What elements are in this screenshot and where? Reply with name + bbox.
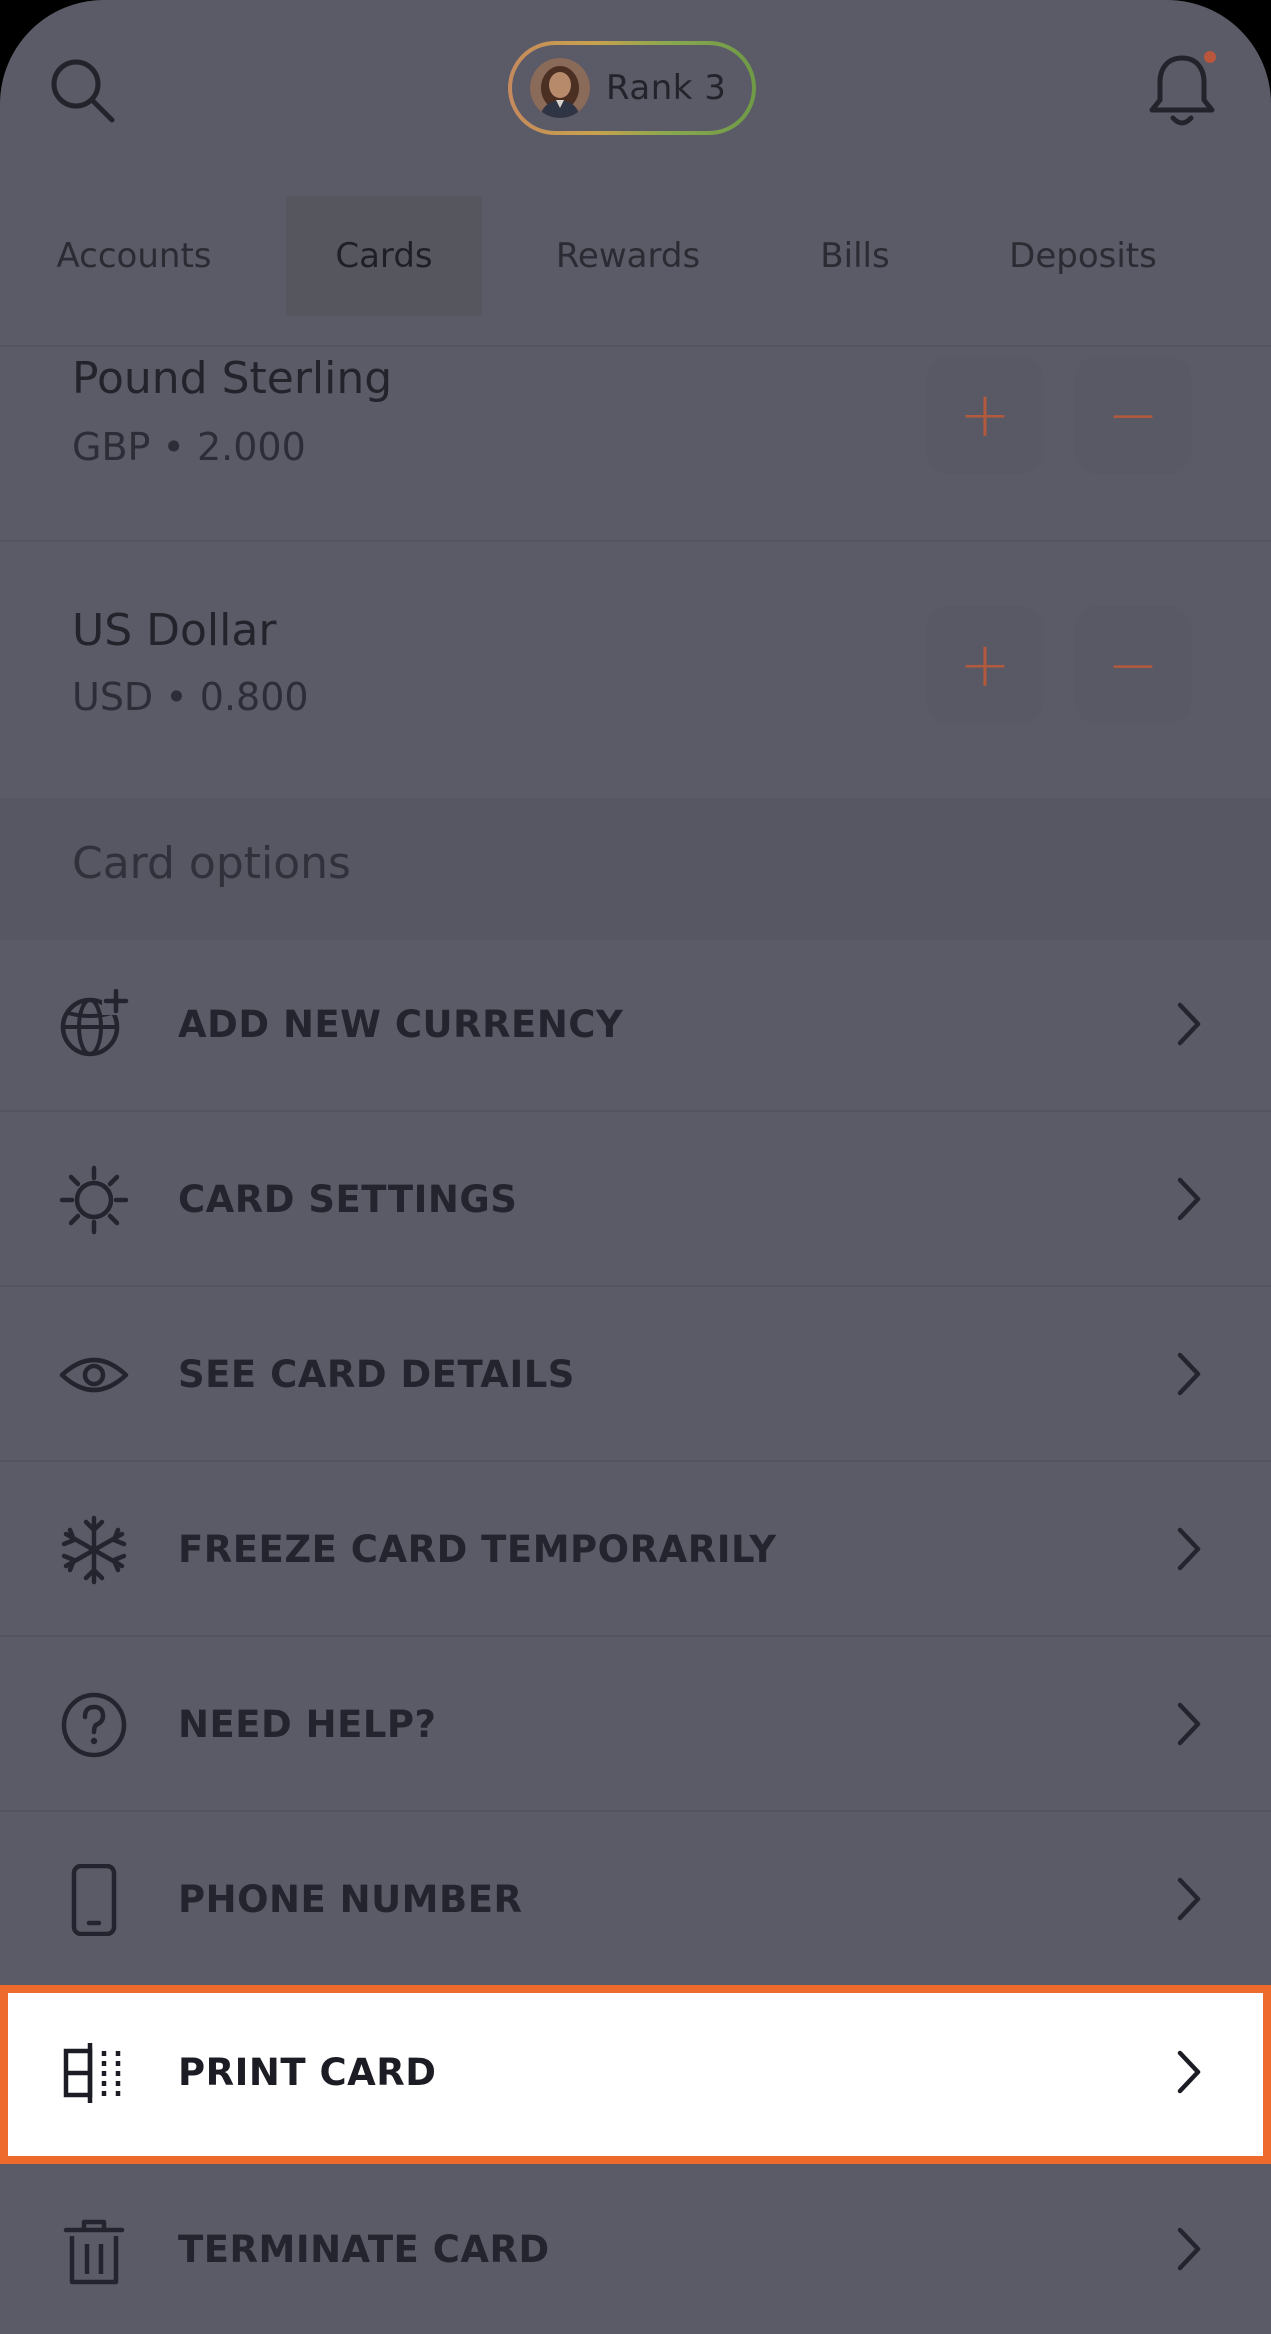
help-circle-icon [61,1692,127,1758]
plus-icon: + [959,378,1011,451]
plus-icon: + [959,628,1011,701]
chevron-right-icon [1177,1002,1201,1046]
currency-balance: USD • 0.800 [72,675,309,719]
top-bar: Rank 3 [0,0,1271,180]
add-funds-button[interactable]: + [926,356,1044,474]
option-add-new-currency[interactable]: ADD NEW CURRENCY [0,937,1271,1112]
row-divider [0,540,1271,542]
gear-icon [59,1165,129,1235]
tab-rewards[interactable]: Rewards [528,196,728,316]
search-button[interactable] [46,54,118,126]
add-funds-button[interactable]: + [926,606,1044,724]
chevron-right-icon [1177,1702,1201,1746]
remove-funds-button[interactable]: − [1074,356,1192,474]
trash-icon [63,2219,125,2285]
option-label: PRINT CARD [178,2051,437,2094]
currency-row-usd: US Dollar USD • 0.800 + − [0,595,1271,795]
card-options-screen: Rank 3 Accounts Cards Rewards Bills Depo… [0,0,1271,2334]
currency-balance: GBP • 2.000 [72,425,306,469]
option-phone-number[interactable]: PHONE NUMBER [0,1812,1271,1987]
option-need-help[interactable]: NEED HELP? [0,1637,1271,1812]
tab-bills[interactable]: Bills [790,196,920,316]
eye-icon [59,1357,129,1393]
minus-icon: − [1107,628,1159,701]
option-label: PHONE NUMBER [178,1878,523,1921]
notification-dot [1204,51,1216,63]
tab-accounts[interactable]: Accounts [24,196,244,316]
option-label: NEED HELP? [178,1703,437,1746]
option-label: ADD NEW CURRENCY [178,1003,624,1046]
option-see-card-details[interactable]: SEE CARD DETAILS [0,1287,1271,1462]
option-freeze-card[interactable]: FREEZE CARD TEMPORARILY [0,1462,1271,1637]
option-print-card[interactable]: PRINT CARD [0,1985,1271,2164]
rank-label: Rank 3 [606,68,727,108]
option-label: CARD SETTINGS [178,1178,518,1221]
globe-plus-icon [60,989,130,1057]
currency-name: US Dollar [72,605,277,656]
remove-funds-button[interactable]: − [1074,606,1192,724]
section-title: Card options [72,838,351,889]
chevron-right-icon [1177,2227,1201,2271]
option-label: TERMINATE CARD [178,2228,550,2271]
option-card-settings[interactable]: CARD SETTINGS [0,1112,1271,1287]
user-avatar [530,58,590,118]
chevron-right-icon [1177,1877,1201,1921]
phone-icon [71,1864,117,1936]
option-label: SEE CARD DETAILS [178,1353,575,1396]
tab-deposits[interactable]: Deposits [990,196,1176,316]
tab-bar: Accounts Cards Rewards Bills Deposits [0,196,1271,316]
chevron-right-icon [1177,1177,1201,1221]
snowflake-icon [61,1515,127,1585]
tab-cards[interactable]: Cards [286,196,482,316]
minus-icon: − [1107,378,1159,451]
option-terminate-card[interactable]: TERMINATE CARD [0,2162,1271,2334]
currency-row-gbp: Pound Sterling GBP • 2.000 + − [0,345,1271,545]
search-icon [51,59,115,123]
chevron-right-icon [1177,2050,1201,2094]
rank-badge-button[interactable]: Rank 3 [508,41,756,135]
print-card-icon [63,2043,121,2103]
chevron-right-icon [1177,1352,1201,1396]
currency-name: Pound Sterling [72,353,393,404]
chevron-right-icon [1177,1527,1201,1571]
option-label: FREEZE CARD TEMPORARILY [178,1528,777,1571]
